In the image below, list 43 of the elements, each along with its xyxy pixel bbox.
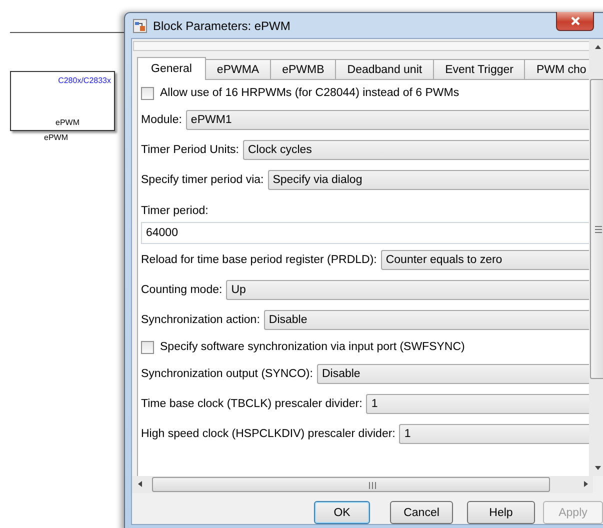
checkbox-label: Allow use of 16 HRPWMs (for C28044) instead of 6 PWMs	[160, 87, 460, 99]
field-label: Timer period:	[141, 205, 208, 217]
dropdown[interactable]: Disable	[264, 310, 590, 330]
dropdown[interactable]: 1	[366, 394, 590, 414]
field-label: High speed clock (HSPCLKDIV) prescaler divider:	[141, 428, 396, 440]
checkbox[interactable]	[141, 86, 154, 100]
field-label: Synchronization output (SYNCO):	[141, 368, 313, 380]
field-label: Counting mode:	[141, 284, 222, 296]
dropdown[interactable]: Up	[226, 280, 590, 300]
dropdown[interactable]: ePWM1	[186, 110, 590, 130]
dropdown[interactable]: Disable	[316, 364, 590, 384]
checkbox[interactable]	[141, 340, 154, 354]
dialog-button[interactable]: Help	[467, 501, 535, 524]
dropdown[interactable]: 1	[399, 424, 590, 444]
tab[interactable]: ePWMA	[204, 59, 272, 79]
vertical-scrollbar[interactable]	[589, 39, 603, 476]
tab[interactable]: Deadband unit	[335, 59, 434, 79]
tab[interactable]: Event Trigger	[433, 59, 526, 79]
block-icon	[133, 18, 147, 32]
dialog-button[interactable]: Cancel	[390, 501, 453, 524]
field-label: Synchronization action:	[141, 314, 260, 326]
close-icon	[570, 16, 580, 26]
checkbox-label: Specify software synchronization via input port (SWFSYNC)	[160, 341, 465, 353]
close-button[interactable]	[556, 12, 594, 31]
field-label: Reload for time base period register (PRDLD):	[141, 254, 377, 266]
tab[interactable]: ePWMB	[270, 59, 336, 79]
horizontal-scrollbar[interactable]	[132, 476, 593, 493]
input-field[interactable]: 64000	[141, 222, 590, 244]
block[interactable]: C280x/C2833x ePWM	[10, 71, 115, 131]
field-label: Module:	[141, 114, 182, 126]
tab[interactable]: PWM cho	[524, 59, 590, 79]
window-title: Block Parameters: ePWM	[153, 18, 290, 32]
field-label: Time base clock (TBCLK) prescaler divider:	[141, 398, 362, 410]
field-label: Timer Period Units:	[141, 144, 239, 156]
dropdown[interactable]: Specify via dialog	[268, 170, 590, 190]
block-label: ePWM	[54, 118, 80, 127]
block-library-text: C280x/C2833x	[58, 76, 111, 85]
dialog-button[interactable]: OK	[314, 501, 370, 524]
dropdown[interactable]: Clock cycles	[243, 140, 590, 160]
block-name: ePWM	[44, 133, 68, 142]
field-label: Specify timer period via:	[141, 174, 264, 186]
tab[interactable]: General	[137, 57, 206, 80]
dropdown[interactable]: Counter equals to zero	[380, 250, 590, 270]
